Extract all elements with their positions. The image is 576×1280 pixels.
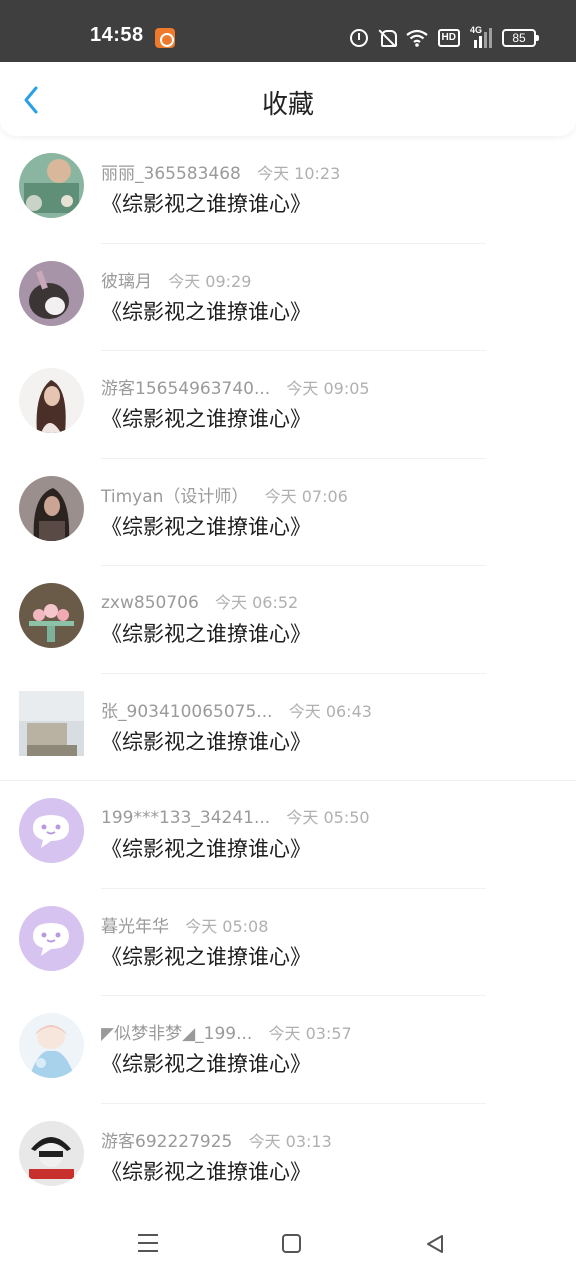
user-name-line: 游客15654963740... 今天 09:05	[101, 374, 370, 399]
status-icons: HD 4G 85	[349, 25, 539, 49]
avatar	[19, 905, 84, 971]
navigation-bar	[0, 1210, 576, 1280]
user-name-line: Timyan（设计师） 今天 07:06	[101, 482, 348, 507]
avatar	[19, 798, 84, 863]
page-title: 收藏	[261, 90, 314, 120]
book-title: 《综影视之谁撩谁心》	[101, 622, 311, 646]
user-name: 199***133_34241...	[101, 808, 271, 828]
timestamp: 今天 03:13	[248, 1131, 332, 1151]
timestamp: 今天 06:43	[288, 701, 372, 721]
avatar	[19, 1120, 84, 1186]
default-avatar-icon	[19, 798, 84, 863]
user-name: 游客692227925	[101, 1131, 233, 1152]
avatar	[19, 1013, 84, 1078]
book-title: 《综影视之谁撩谁心》	[101, 192, 311, 216]
timestamp: 今天 06:52	[215, 593, 299, 612]
status-bar: 14:58 HD 4G 85	[0, 0, 576, 62]
avatar	[19, 260, 84, 326]
user-name-line: 游客692227925 今天 03:13	[101, 1127, 332, 1152]
book-title: 《综影视之谁撩谁心》	[101, 837, 311, 861]
favorites-list: 丽丽_365583468 今天 10:23 《综影视之谁撩谁心》 彼璃月 今天 …	[0, 136, 576, 1211]
book-title: 《综影视之谁撩谁心》	[101, 729, 311, 754]
list-item[interactable]: 暮光年华 今天 05:08 《综影视之谁撩谁心》	[0, 889, 576, 996]
user-name-line: 丽丽_365583468 今天 10:23	[101, 159, 340, 184]
mute-icon	[378, 29, 397, 47]
user-name-line: 暮光年华 今天 05:08	[101, 912, 268, 937]
list-item[interactable]: 丽丽_365583468 今天 10:23 《综影视之谁撩谁心》	[0, 136, 576, 244]
user-name: 暮光年华	[101, 916, 169, 937]
book-title: 《综影视之谁撩谁心》	[101, 1052, 311, 1076]
user-name-line: ◤似梦非梦◢_199... 今天 03:57	[101, 1019, 352, 1044]
user-name-line: 张_903410065075... 今天 06:43	[101, 697, 372, 722]
alarm-icon	[349, 29, 368, 47]
list-item[interactable]: 张_903410065075... 今天 06:43 《综影视之谁撩谁心》	[0, 674, 576, 781]
user-name-line: zxw850706 今天 06:52	[101, 589, 298, 613]
hd-icon: HD	[437, 29, 460, 47]
book-title: 《综影视之谁撩谁心》	[101, 514, 311, 539]
book-title: 《综影视之谁撩谁心》	[101, 407, 311, 431]
user-name: 张_903410065075...	[101, 701, 273, 722]
avatar	[19, 368, 84, 433]
avatar	[19, 475, 84, 541]
user-name: ◤似梦非梦◢_199...	[101, 1024, 253, 1044]
status-time: 14:58	[90, 24, 144, 46]
list-item[interactable]: ◤似梦非梦◢_199... 今天 03:57 《综影视之谁撩谁心》	[0, 996, 576, 1104]
signal-icon: 4G	[470, 25, 492, 48]
user-name-line: 199***133_34241... 今天 05:50	[101, 804, 370, 828]
user-name: 彼璃月	[101, 271, 152, 292]
home-icon[interactable]	[282, 1234, 301, 1253]
timestamp: 今天 10:23	[257, 164, 341, 183]
timestamp: 今天 05:50	[286, 808, 370, 827]
wifi-icon	[405, 29, 428, 47]
list-item[interactable]: 游客15654963740... 今天 09:05 《综影视之谁撩谁心》	[0, 351, 576, 459]
book-title: 《综影视之谁撩谁心》	[101, 299, 311, 324]
user-name: Timyan（设计师）	[101, 486, 249, 507]
header: 收藏	[0, 62, 576, 136]
timestamp: 今天 05:08	[185, 916, 269, 936]
list-item[interactable]: 游客692227925 今天 03:13 《综影视之谁撩谁心》	[0, 1104, 576, 1211]
book-title: 《综影视之谁撩谁心》	[101, 1159, 311, 1184]
app-notification-icon	[155, 28, 175, 48]
list-item[interactable]: 199***133_34241... 今天 05:50 《综影视之谁撩谁心》	[0, 781, 576, 889]
avatar	[19, 153, 84, 218]
timestamp: 今天 03:57	[268, 1024, 352, 1043]
list-item[interactable]: Timyan（设计师） 今天 07:06 《综影视之谁撩谁心》	[0, 459, 576, 566]
network-label: 4G	[470, 25, 483, 35]
timestamp: 今天 09:29	[168, 271, 252, 291]
user-name: 游客15654963740...	[101, 379, 271, 399]
default-avatar-icon	[19, 905, 84, 971]
timestamp: 今天 09:05	[286, 379, 370, 398]
avatar	[19, 690, 84, 756]
battery-icon: 85	[502, 29, 539, 47]
avatar	[19, 583, 84, 648]
list-item[interactable]: 彼璃月 今天 09:29 《综影视之谁撩谁心》	[0, 244, 576, 351]
list-item[interactable]: zxw850706 今天 06:52 《综影视之谁撩谁心》	[0, 566, 576, 674]
timestamp: 今天 07:06	[264, 486, 348, 506]
menu-icon[interactable]	[138, 1234, 158, 1252]
user-name: zxw850706	[101, 593, 199, 613]
user-name: 丽丽_365583468	[101, 164, 241, 184]
book-title: 《综影视之谁撩谁心》	[101, 944, 311, 969]
back-triangle-icon[interactable]	[425, 1234, 445, 1254]
user-name-line: 彼璃月 今天 09:29	[101, 267, 251, 292]
